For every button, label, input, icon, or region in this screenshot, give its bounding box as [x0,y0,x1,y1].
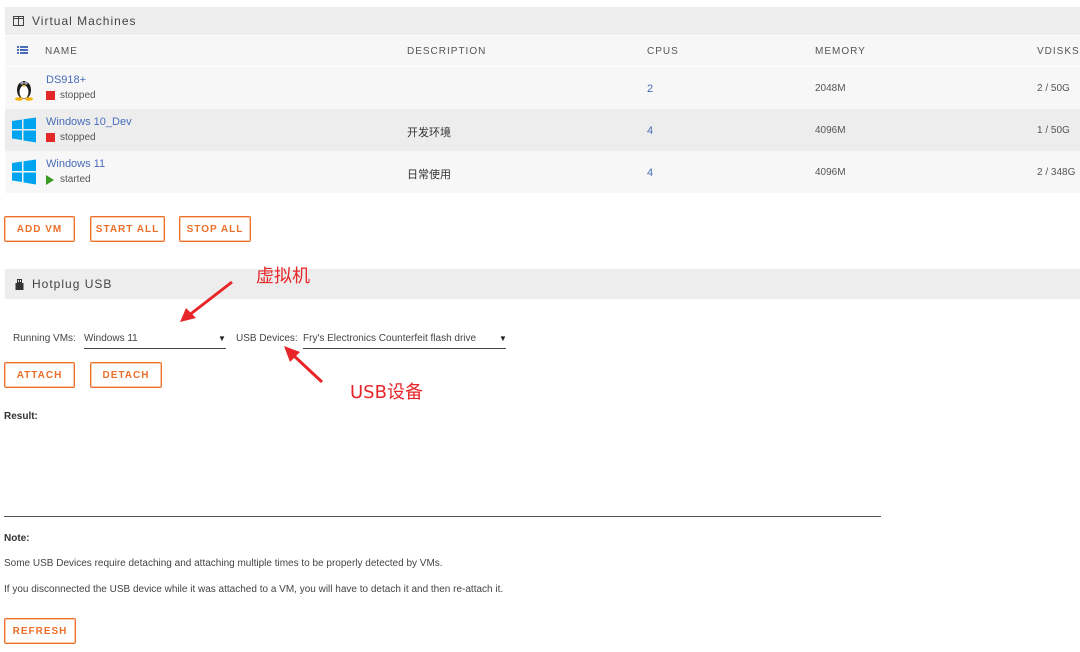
windows-icon[interactable] [11,117,37,143]
stop-all-button[interactable]: STOP ALL [179,216,251,242]
stopped-icon [46,91,55,100]
vm-memory: 4096M [815,167,846,178]
column-header-vdisks[interactable]: VDISKS [1037,46,1080,57]
result-textarea[interactable] [4,426,881,517]
running-vms-select[interactable]: Running VMs: Windows 11 ▼ [13,331,226,349]
running-vms-label: Running VMs: [13,333,76,344]
linux-tux-icon[interactable] [11,75,37,101]
vm-name-link[interactable]: Windows 11 [46,158,105,170]
usb-annotation-label: USB设备 [350,382,423,403]
usb-plug-icon [15,278,24,290]
vm-description: 日常使用 [407,169,451,181]
column-header-name[interactable]: NAME [45,46,78,57]
column-header-cpus[interactable]: CPUS [647,46,679,57]
vm-status: stopped [46,90,96,101]
refresh-button[interactable]: REFRESH [4,618,76,644]
column-header-memory[interactable]: MEMORY [815,46,866,57]
vm-name-link[interactable]: Windows 10_Dev [46,116,132,128]
usb-annotation-arrow [284,346,324,384]
result-label: Result: [4,411,38,422]
started-icon [46,174,54,185]
vm-section-title: Virtual Machines [32,14,137,28]
vm-description: 开发环境 [407,127,451,139]
running-vms-value[interactable]: Windows 11 [84,333,138,344]
vm-vdisks: 2 / 348G [1037,167,1076,178]
vm-status: started [46,174,91,185]
vm-name-link[interactable]: DS918+ [46,74,86,86]
chevron-down-icon[interactable]: ▼ [218,334,226,343]
usb-section-title: Hotplug USB [32,277,113,291]
detach-button[interactable]: DETACH [90,362,162,388]
select-underline [84,348,226,349]
vm-vdisks: 1 / 50G [1037,125,1070,136]
vm-cpus[interactable]: 4 [647,125,653,137]
add-vm-button[interactable]: ADD VM [4,216,75,242]
vm-table-header: NAME DESCRIPTION CPUS MEMORY VDISKS [5,36,1080,66]
vm-memory: 2048M [815,83,846,94]
list-view-icon[interactable] [17,45,28,58]
vm-annotation-arrow [180,280,233,322]
stopped-icon [46,133,55,142]
column-header-description[interactable]: DESCRIPTION [407,46,486,57]
windows-icon[interactable] [11,159,37,185]
table-row: Windows 11 started 日常使用 4 4096M 2 / 348G [5,151,1080,193]
usb-section-header: Hotplug USB [5,269,1080,299]
vm-annotation-label: 虚拟机 [256,266,310,287]
attach-button[interactable]: ATTACH [4,362,75,388]
vm-status: stopped [46,132,96,143]
table-row: Windows 10_Dev stopped 开发环境 4 4096M 1 / … [5,109,1080,151]
table-row: DS918+ stopped 2 2048M 2 / 50G [5,67,1080,109]
vm-cpus[interactable]: 4 [647,167,653,179]
columns-icon [13,16,24,26]
note-line-1: Some USB Devices require detaching and a… [4,558,443,569]
note-line-2: If you disconnected the USB device while… [4,584,504,595]
vm-section-header: Virtual Machines [5,7,1080,35]
start-all-button[interactable]: START ALL [90,216,165,242]
vm-memory: 4096M [815,125,846,136]
vm-cpus[interactable]: 2 [647,83,653,95]
vm-vdisks: 2 / 50G [1037,83,1070,94]
note-label: Note: [4,533,30,544]
chevron-down-icon[interactable]: ▼ [499,334,507,343]
